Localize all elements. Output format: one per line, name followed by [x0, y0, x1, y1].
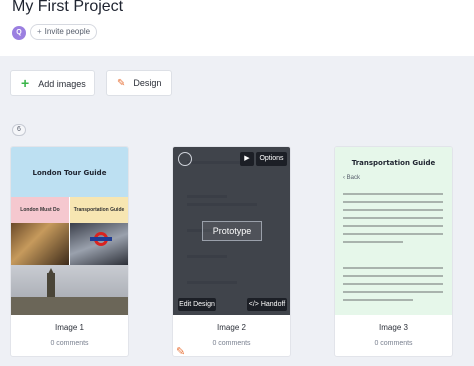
screen-name[interactable]: Image 3 — [335, 323, 452, 332]
screen-name[interactable]: Image 1 — [11, 323, 128, 332]
pencil-icon: ✎ — [117, 78, 126, 89]
thumb-text-line — [343, 201, 443, 203]
invite-people-button[interactable]: + Invite people — [30, 24, 98, 40]
thumb-text-line — [343, 291, 443, 293]
thumb-right-label: Transportation Guide — [73, 207, 125, 213]
thumb-text-line — [343, 275, 443, 277]
thumb-text-line — [343, 225, 443, 227]
screen-count-badge: 6 — [12, 124, 26, 136]
comment-count: 0 comments — [212, 340, 251, 347]
thumb-back-label: Back — [346, 175, 361, 181]
thumb-text-line — [343, 193, 443, 195]
thumb-title: London Tour Guide — [32, 169, 107, 177]
screen-thumbnail[interactable]: ▶ Options Prototype Edit Design </> Hand… — [173, 147, 290, 315]
thumb-text-line — [343, 217, 443, 219]
thumb-text-line — [343, 241, 403, 243]
screen-name[interactable]: Image 2 — [173, 323, 290, 332]
thumb-text-line — [343, 299, 413, 301]
plus-icon: + — [37, 27, 42, 36]
thumb-text-line — [343, 283, 443, 285]
thumb-market-photo — [11, 223, 69, 265]
thumb-text-line — [343, 233, 443, 235]
add-images-label: Add images — [38, 79, 86, 89]
code-icon: </> — [248, 301, 261, 308]
thumb-background — [335, 147, 452, 315]
plus-icon: + — [21, 75, 30, 91]
thumb-text-line — [343, 267, 443, 269]
comment-count: 0 comments — [50, 340, 89, 347]
prototype-button[interactable]: Prototype — [202, 221, 262, 241]
thumb-back-link: ‹ Back — [343, 175, 360, 181]
thumb-buildings — [11, 297, 128, 315]
top-bar: My First Project Q + Invite people — [0, 0, 474, 56]
screen-card-image-3[interactable]: Transportation Guide ‹ Back Image 3 0 co… — [334, 146, 453, 357]
invite-label: Invite people — [44, 27, 91, 36]
project-title: My First Project — [12, 0, 124, 15]
edit-design-button[interactable]: Edit Design — [178, 298, 216, 311]
screen-card-image-2[interactable]: ▶ Options Prototype Edit Design </> Hand… — [172, 146, 291, 357]
design-button[interactable]: ✎ Design — [106, 70, 172, 96]
handoff-button[interactable]: </> Handoff — [247, 298, 287, 311]
pencil-icon[interactable]: ✎ — [176, 345, 185, 358]
handoff-label: Handoff — [260, 301, 286, 308]
design-label: Design — [133, 78, 162, 88]
screen-thumbnail[interactable]: London Tour Guide London Must Do Transpo… — [11, 147, 128, 315]
screen-thumbnail[interactable]: Transportation Guide ‹ Back — [335, 147, 452, 315]
avatar[interactable]: Q — [12, 26, 26, 40]
options-button[interactable]: Options — [256, 152, 287, 166]
thumb-title: Transportation Guide — [351, 159, 436, 167]
screen-card-image-1[interactable]: London Tour Guide London Must Do Transpo… — [10, 146, 129, 357]
add-images-button[interactable]: + Add images — [10, 70, 95, 96]
underground-bar — [90, 237, 112, 241]
comment-count: 0 comments — [374, 340, 413, 347]
play-icon[interactable]: ▶ — [240, 152, 254, 166]
select-checkbox[interactable] — [178, 152, 192, 166]
thumb-left-label: London Must Do — [20, 207, 60, 213]
thumb-text-line — [343, 209, 443, 211]
